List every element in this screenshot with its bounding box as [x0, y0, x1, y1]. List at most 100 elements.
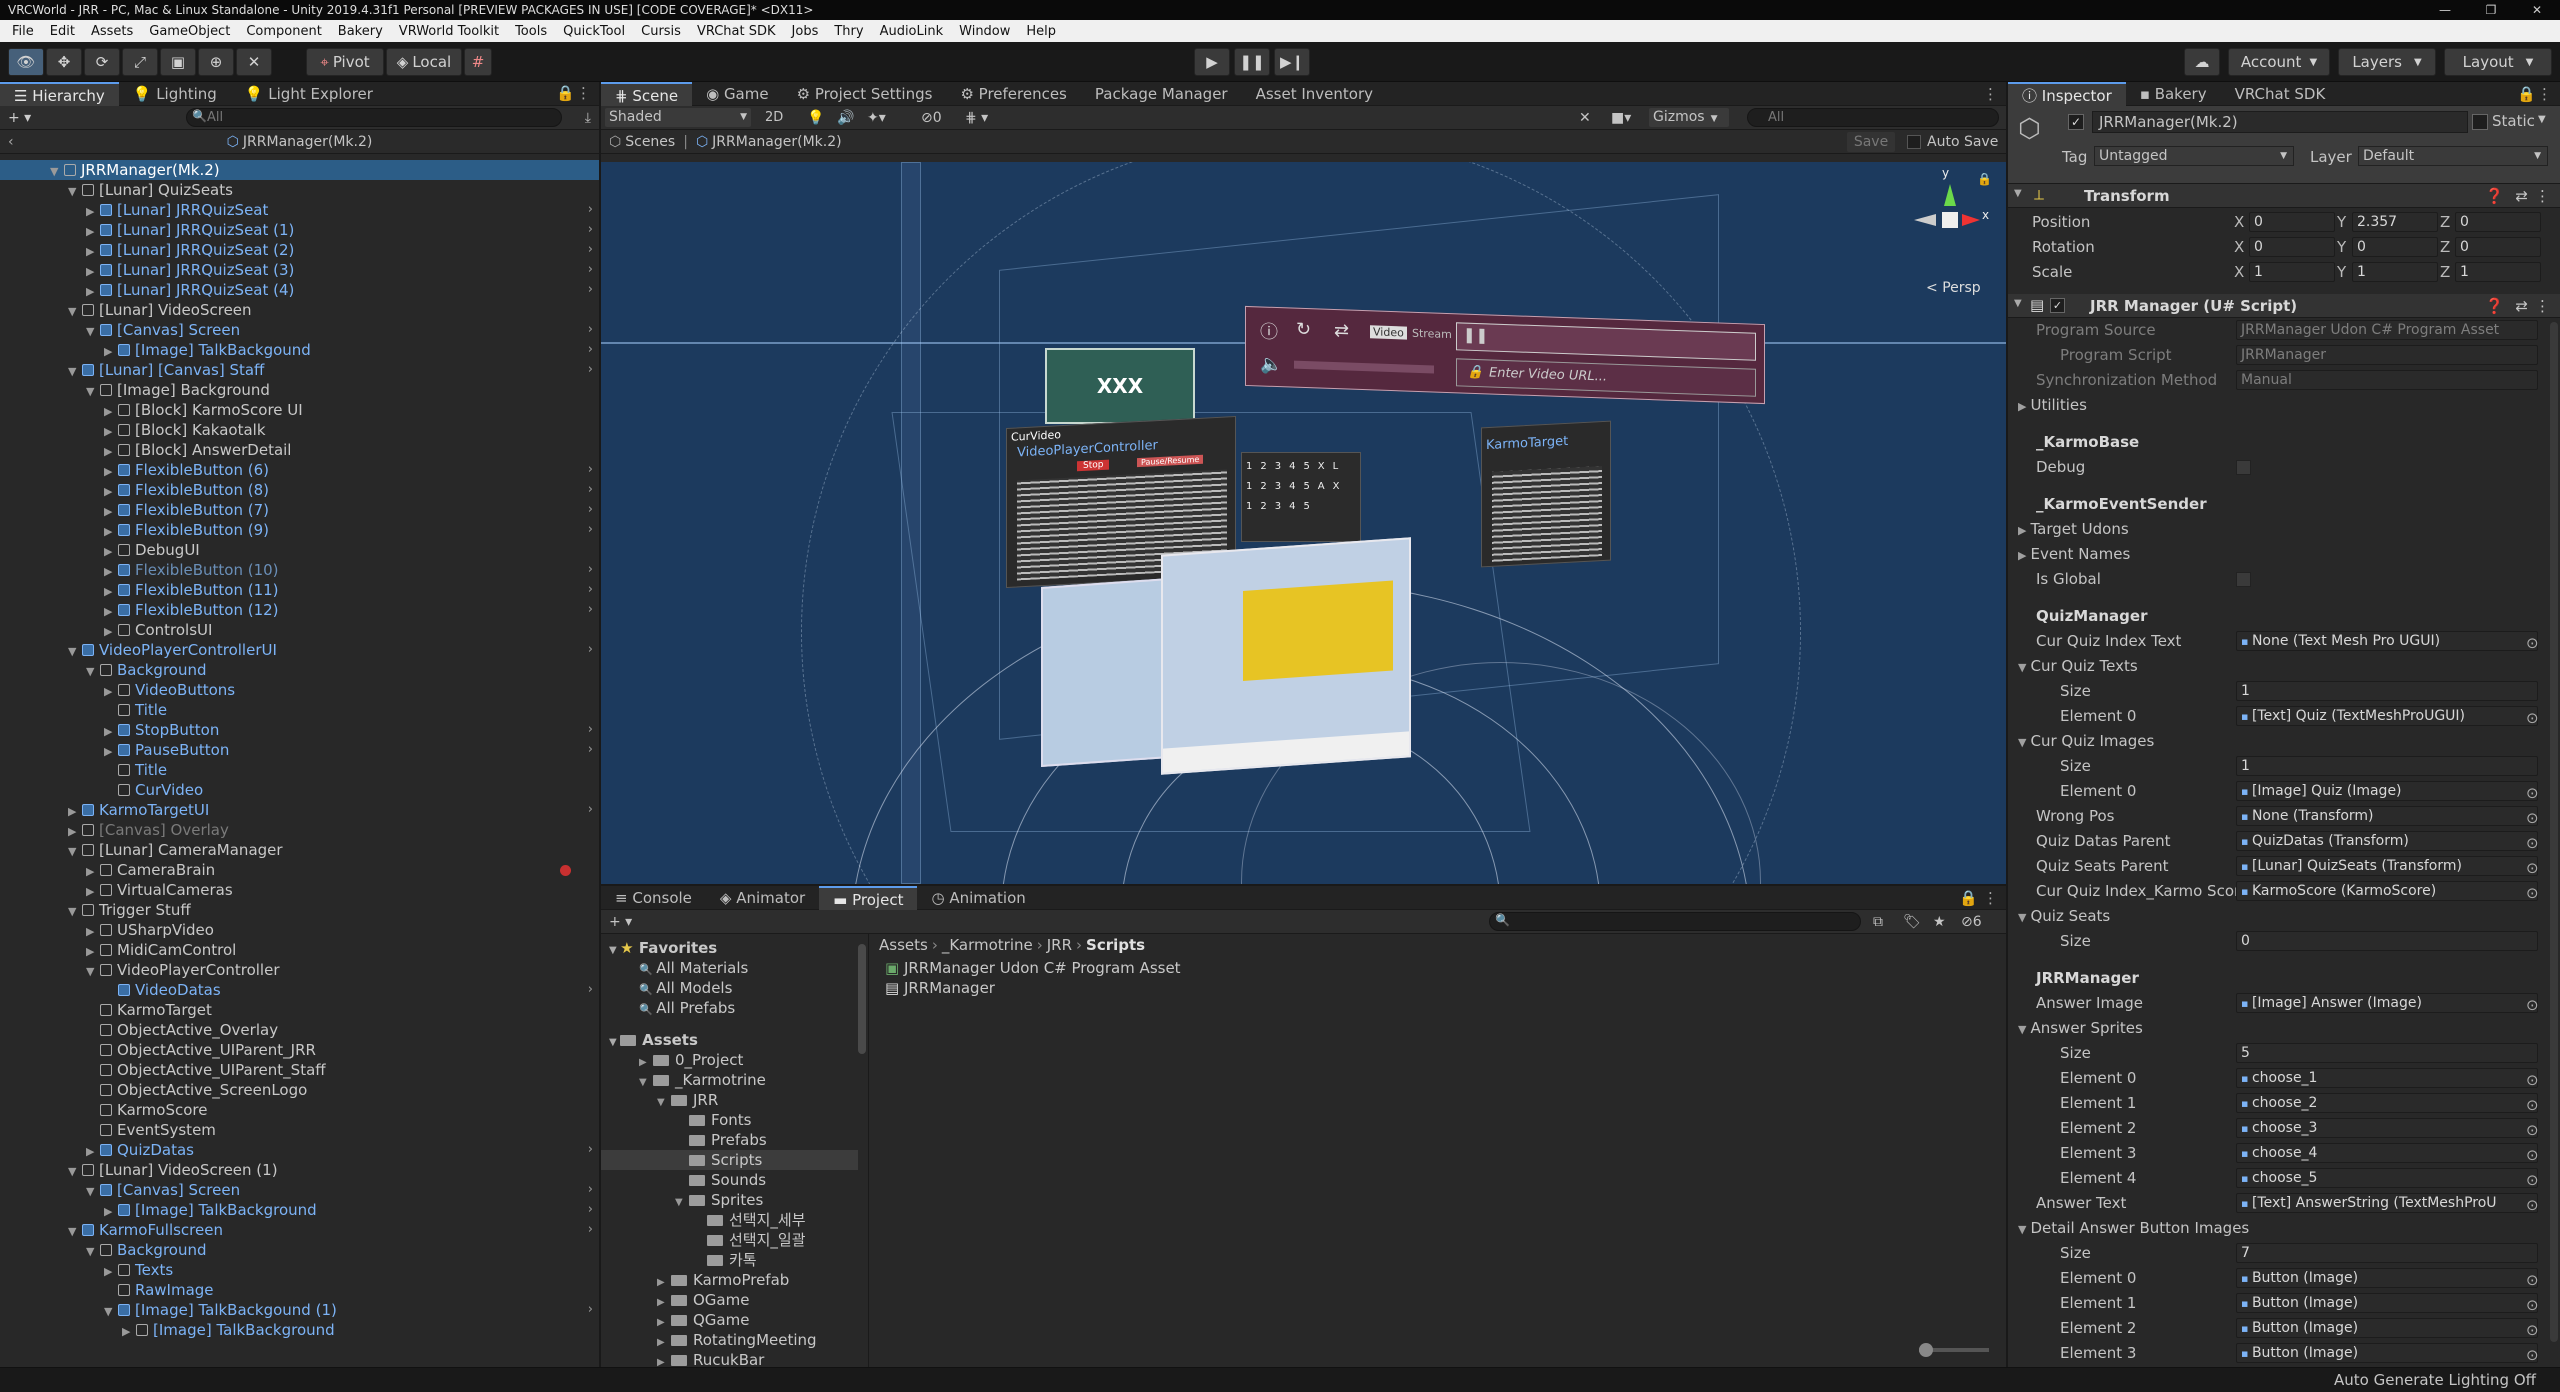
menu-item[interactable]: Tools [507, 24, 555, 39]
object-picker-icon[interactable]: ⊙ [2526, 1268, 2539, 1292]
pivot-button[interactable]: ⌖ Pivot [306, 48, 384, 76]
hierarchy-row[interactable]: ▶ DebugUI [0, 540, 599, 560]
chevron-down-icon[interactable]: ▼ [86, 1182, 100, 1202]
menu-item[interactable]: Component [238, 24, 329, 39]
hierarchy-row[interactable]: ▶ StopButton › [0, 720, 599, 740]
hierarchy-row[interactable]: EventSystem [0, 1120, 599, 1140]
hierarchy-row[interactable]: ▶ [Image] TalkBackground [0, 1320, 599, 1340]
hierarchy-row[interactable]: ▶ VirtualCameras [0, 880, 599, 900]
folder-row[interactable]: ▶ RucukBar [601, 1350, 858, 1367]
chevron-down-icon[interactable]: ▼ [104, 1302, 118, 1322]
more-menu-icon[interactable]: ⋮ [1983, 85, 1998, 103]
chevron-down-icon[interactable]: ▼ [86, 962, 100, 982]
transform-z-field[interactable]: 0 [2455, 237, 2541, 257]
save-button[interactable]: Save [1847, 132, 1895, 152]
chevron-right-icon[interactable]: › [588, 1140, 593, 1160]
breadcrumb-item[interactable]: Assets [879, 936, 928, 954]
tab-console[interactable]: ≡ Console [601, 886, 706, 910]
tab-animation[interactable]: ◷ Animation [917, 886, 1039, 910]
chevron-right-icon[interactable]: ▶ [86, 862, 100, 882]
field-value[interactable]: ▪ [Lunar] QuizSeats (Transform) [2236, 856, 2538, 876]
folder-row[interactable]: ▶ KarmoPrefab [601, 1270, 858, 1290]
transform-header[interactable]: ▼ ⟂ Transform ❓ ⇄ ⋮ [2008, 184, 2560, 208]
shading-mode-dropdown[interactable]: Shaded ▼ [605, 108, 751, 127]
orientation-gizmo[interactable]: 🔒 y x < Persp [1906, 162, 2006, 302]
chevron-down-icon[interactable]: ▼ [2018, 911, 2026, 924]
chevron-right-icon[interactable]: ▶ [86, 1142, 100, 1162]
folder-row[interactable]: 선택지_일괄 [601, 1230, 858, 1250]
object-picker-icon[interactable]: ⊙ [2526, 781, 2539, 805]
chevron-right-icon[interactable]: ▶ [104, 722, 118, 742]
field-label[interactable]: ▼ Cur Quiz Images [2018, 729, 2154, 755]
chevron-right-icon[interactable]: › [588, 320, 593, 340]
chevron-down-icon[interactable]: ▼ [2018, 1223, 2026, 1236]
help-icon[interactable]: ❓ [2485, 187, 2504, 205]
chevron-right-icon[interactable]: › [588, 200, 593, 220]
hierarchy-row[interactable]: ▶ [Image] TalkBackgound › [0, 340, 599, 360]
hierarchy-row[interactable]: ObjectActive_ScreenLogo [0, 1080, 599, 1100]
chevron-right-icon[interactable]: › [588, 280, 593, 300]
field-value[interactable]: 0 [2236, 931, 2538, 951]
play-button[interactable]: ▶ [1194, 48, 1230, 76]
breadcrumb-item[interactable]: _Karmotrine [942, 936, 1033, 954]
chevron-right-icon[interactable]: ▶ [86, 282, 100, 302]
more-menu-icon[interactable]: ⋮ [576, 84, 591, 102]
back-icon[interactable]: ‹ [8, 134, 14, 150]
hierarchy-row[interactable]: ▼ VideoPlayerControllerUI › [0, 640, 599, 660]
hierarchy-row[interactable]: ▼ [Lunar] QuizSeats [0, 180, 599, 200]
chevron-right-icon[interactable]: ▶ [2018, 400, 2026, 413]
hierarchy-row[interactable]: CurVideo [0, 780, 599, 800]
hierarchy-row[interactable]: ▶ [Block] AnswerDetail [0, 440, 599, 460]
tab-asset-inventory[interactable]: Asset Inventory [1242, 82, 1387, 106]
menu-item[interactable]: VRChat SDK [689, 24, 784, 39]
scene-viewport[interactable]: XXX ⓘ ↻ ⇄ Video Stream ❚❚ 🔈 🔒 Enter Video… [601, 162, 2006, 884]
hierarchy-row[interactable]: ObjectActive_UIParent_JRR [0, 1040, 599, 1060]
hierarchy-row[interactable]: ▶ QuizDatas › [0, 1140, 599, 1160]
maximize-icon[interactable]: ❐ [2468, 0, 2514, 20]
field-value[interactable]: ▪ QuizDatas (Transform) [2236, 831, 2538, 851]
tab-project[interactable]: ▬ Project [819, 886, 918, 910]
hierarchy-row[interactable]: ▶ [Block] Kakaotalk [0, 420, 599, 440]
field-value[interactable]: ▪ choose_4 [2236, 1143, 2538, 1163]
chevron-down-icon[interactable]: ▼ [86, 662, 100, 682]
chevron-right-icon[interactable]: ▶ [86, 202, 100, 222]
chevron-right-icon[interactable]: › [588, 220, 593, 240]
menu-item[interactable]: Help [1018, 24, 1064, 39]
chevron-right-icon[interactable]: ▶ [104, 422, 118, 442]
hierarchy-row[interactable]: ▶ FlexibleButton (11) › [0, 580, 599, 600]
lighting-toggle-icon[interactable]: 💡 [807, 110, 824, 126]
close-icon[interactable]: ✕ [2514, 0, 2560, 20]
menu-item[interactable]: Window [951, 24, 1018, 39]
hierarchy-row[interactable]: ObjectActive_UIParent_Staff [0, 1060, 599, 1080]
object-picker-icon[interactable]: ⊙ [2526, 1068, 2539, 1092]
layout-dropdown[interactable]: Layout ▼ [2444, 48, 2552, 76]
chevron-down-icon[interactable]: ▼ [86, 322, 100, 342]
enabled-checkbox[interactable]: ✓ [2050, 298, 2065, 313]
hidden-objects-icon[interactable]: ⊘0 [921, 110, 942, 126]
hierarchy-row[interactable]: Title [0, 700, 599, 720]
file-item[interactable]: ▣ JRRManager Udon C# Program Asset [885, 958, 1181, 978]
more-menu-icon[interactable]: ⋮ [2535, 297, 2550, 315]
menu-item[interactable]: Thry [826, 24, 871, 39]
add-icon[interactable]: + ▾ [609, 914, 632, 930]
hierarchy-row[interactable]: ▶ [Canvas] Overlay [0, 820, 599, 840]
layers-dropdown[interactable]: Layers ▼ [2338, 48, 2436, 76]
menu-item[interactable]: Edit [42, 24, 83, 39]
step-button[interactable]: ▶❙ [1274, 48, 1310, 76]
hierarchy-row[interactable]: ▶ PauseButton › [0, 740, 599, 760]
hierarchy-row[interactable]: ▶ USharpVideo [0, 920, 599, 940]
lock-icon[interactable]: 🔒 [556, 84, 575, 102]
file-item[interactable]: ▤ JRRManager [885, 978, 995, 998]
field-label[interactable]: ▼ Cur Quiz Texts [2018, 654, 2138, 680]
camera-icon[interactable]: ■▾ [1611, 110, 1631, 126]
field-value[interactable]: ▪ [Image] Answer (Image) [2236, 993, 2538, 1013]
chevron-down-icon[interactable]: ▼ [68, 642, 82, 662]
hierarchy-row[interactable]: ▶ FlexibleButton (12) › [0, 600, 599, 620]
object-name-input[interactable]: JRRManager(Mk.2) [2092, 111, 2468, 133]
chevron-right-icon[interactable]: ▶ [2018, 549, 2026, 562]
hierarchy-row[interactable]: ▶ [Lunar] JRRQuizSeat (1) › [0, 220, 599, 240]
chevron-right-icon[interactable]: › [588, 500, 593, 520]
more-menu-icon[interactable]: ⋮ [2535, 187, 2550, 205]
object-picker-icon[interactable]: ⊙ [2526, 1168, 2539, 1192]
transform-y-field[interactable]: 2.357 [2352, 212, 2438, 232]
